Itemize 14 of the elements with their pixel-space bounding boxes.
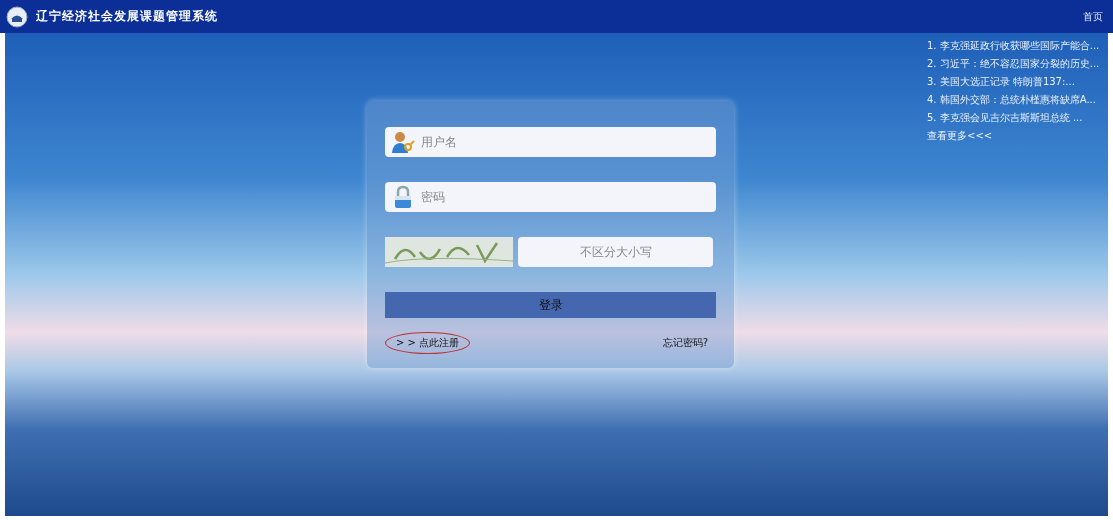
news-link[interactable]: 5. 李克强会见吉尔吉斯斯坦总统 ... xyxy=(927,111,1100,124)
captcha-field[interactable]: 不区分大小写 xyxy=(518,237,713,267)
login-button[interactable]: 登录 xyxy=(385,292,716,318)
news-link[interactable]: 3. 美国大选正记录 特朗普137:... xyxy=(927,75,1100,88)
forgot-password-link[interactable]: 忘记密码? xyxy=(662,336,708,350)
username-field[interactable]: 用户名 xyxy=(385,127,716,157)
password-field[interactable]: 密码 xyxy=(385,182,716,212)
more-news-link[interactable]: 查看更多<<< xyxy=(927,129,1100,142)
news-link[interactable]: 1. 李克强延政行收获哪些国际产能合... xyxy=(927,39,1100,52)
system-title: 辽宁经济社会发展课题管理系统 xyxy=(36,8,218,25)
home-link[interactable]: 首页 xyxy=(1083,9,1103,24)
emblem-icon xyxy=(6,5,28,28)
news-link[interactable]: 4. 韩国外交部：总统朴槿惠将缺席A... xyxy=(927,93,1100,106)
news-link[interactable]: 2. 习近平：绝不容忍国家分裂的历史... xyxy=(927,57,1100,70)
